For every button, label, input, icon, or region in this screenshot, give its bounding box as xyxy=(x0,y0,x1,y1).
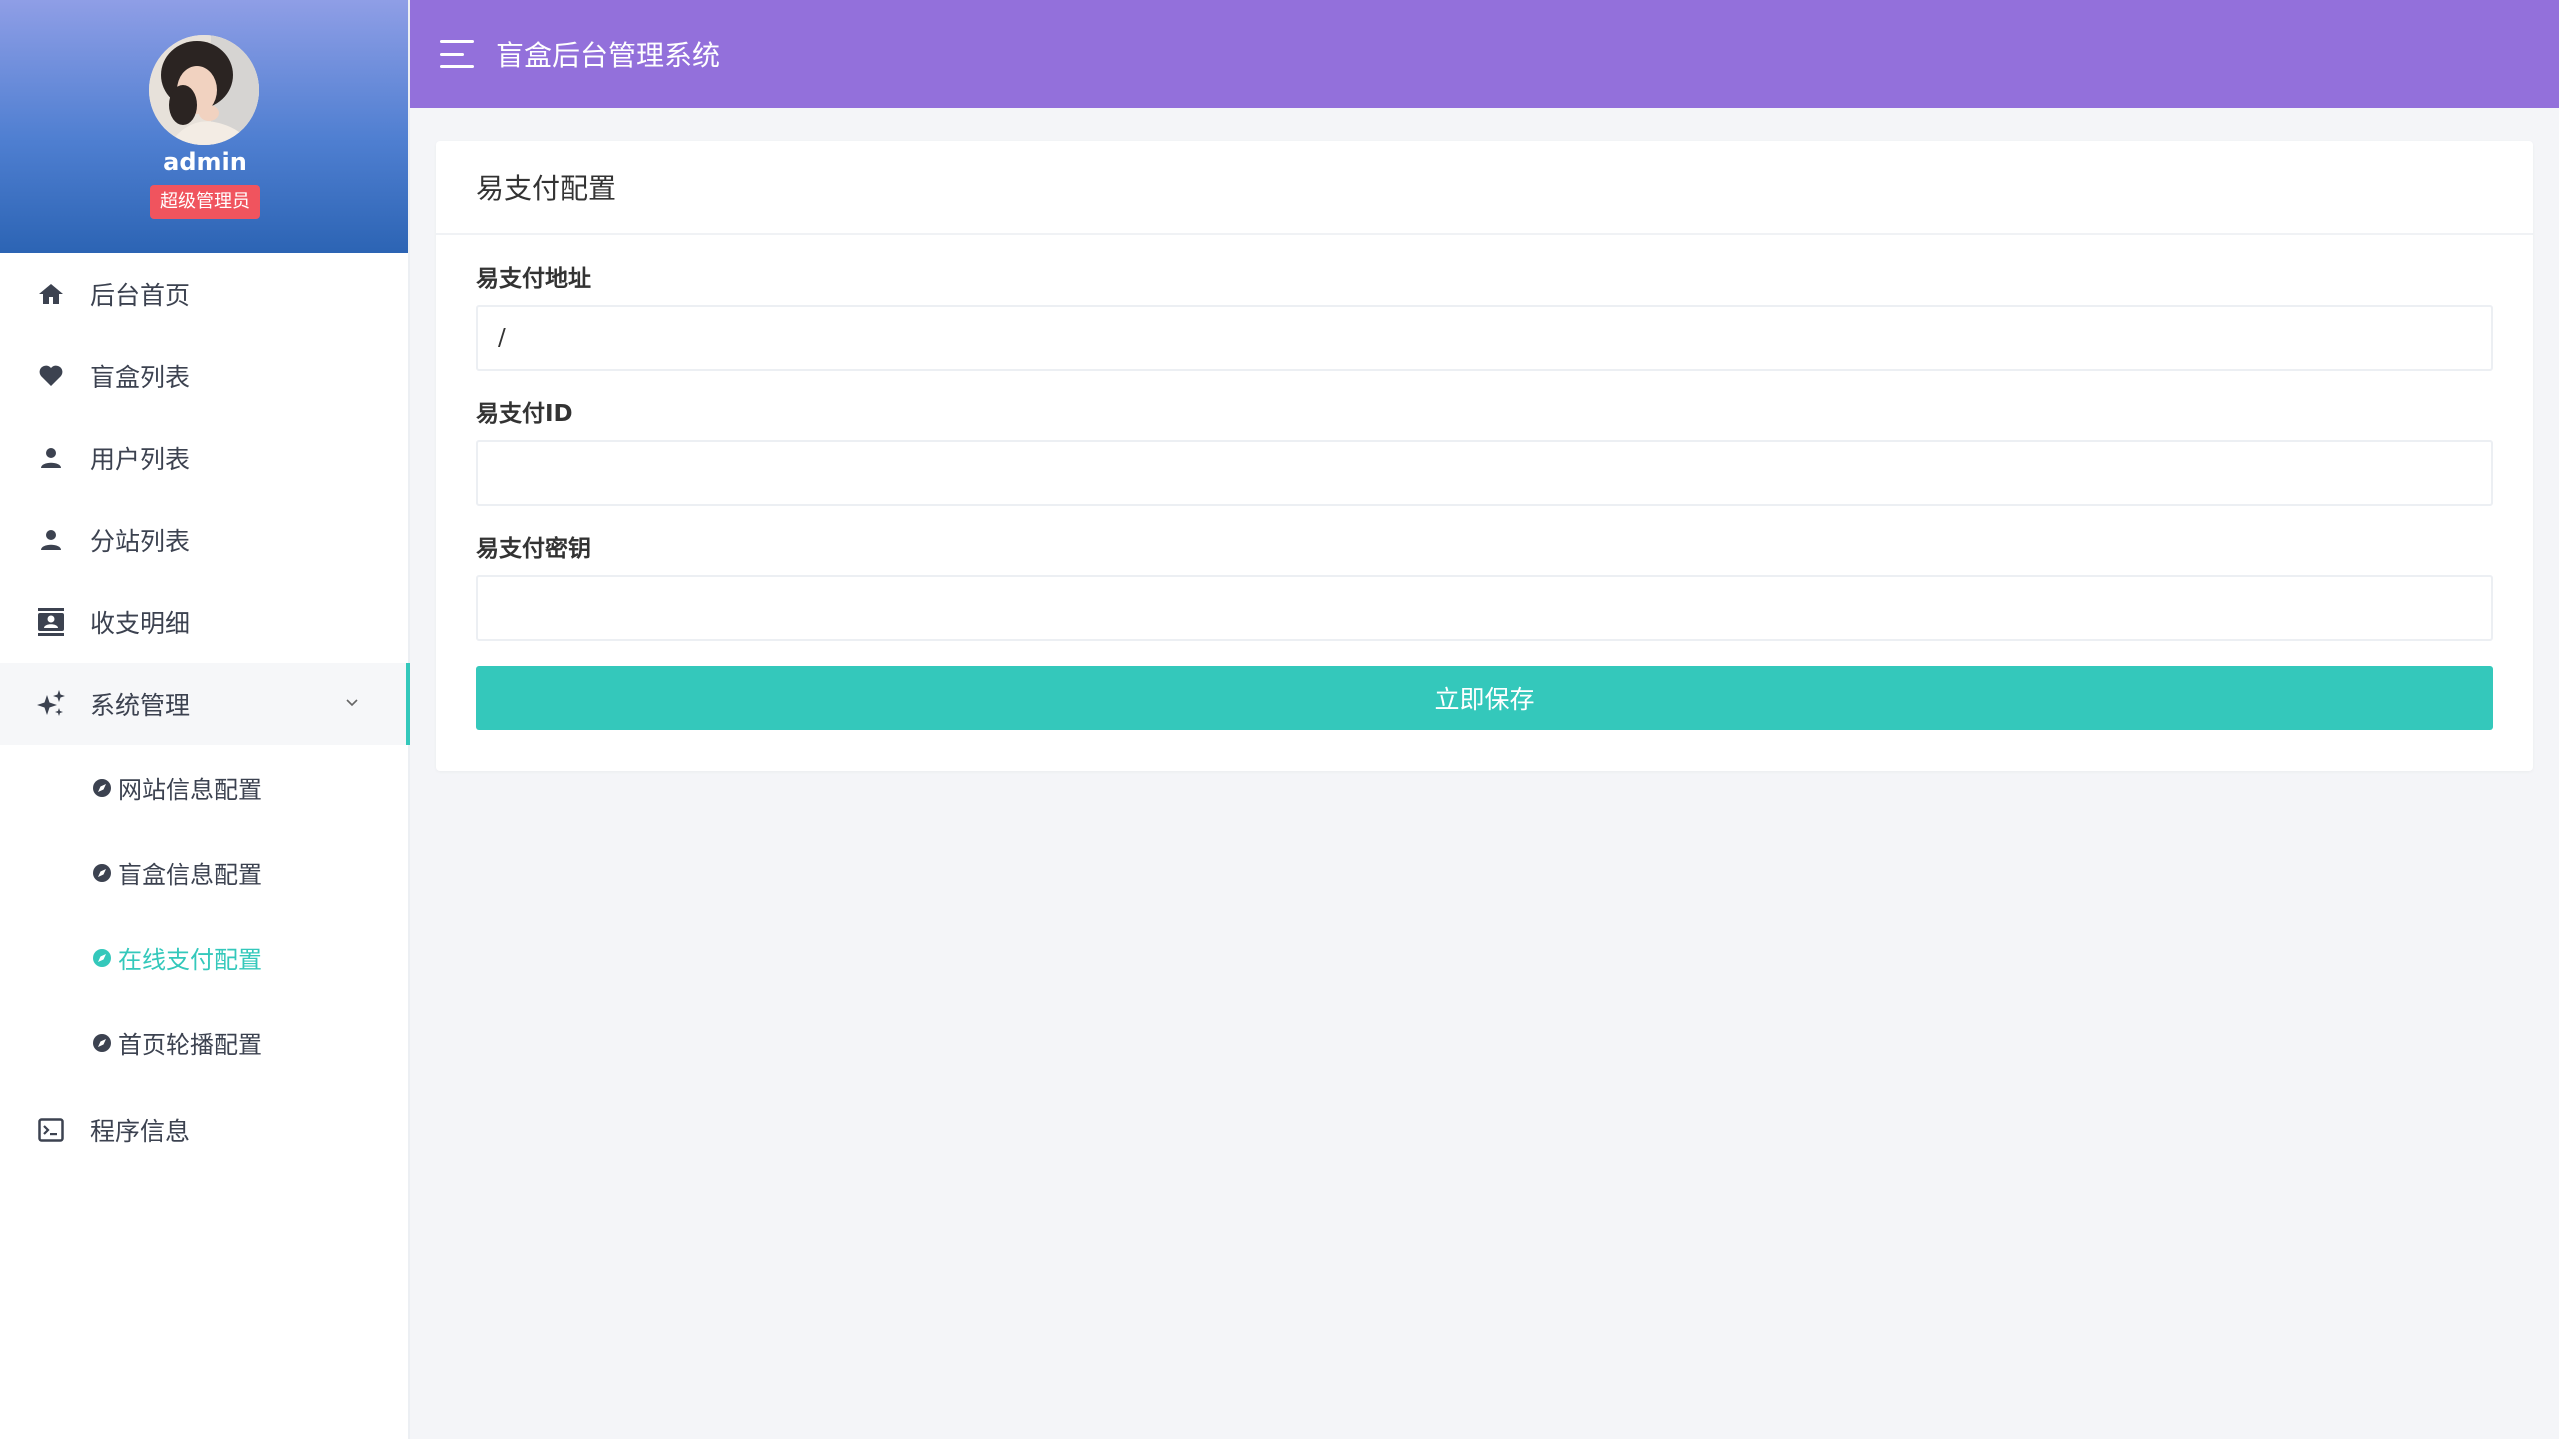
payment-config-form: 易支付地址 易支付ID 易支付密钥 立即保存 xyxy=(436,263,2533,730)
compass-icon xyxy=(92,948,112,968)
sidebar: admin 超级管理员 后台首页 盲盒列表 用户列表 分站列表 收支明细 系统管… xyxy=(0,0,410,1439)
top-header: 盲盒后台管理系统 xyxy=(410,0,2559,108)
sidebar-item-system-management[interactable]: 系统管理 xyxy=(0,663,410,745)
sidebar-item-label: 程序信息 xyxy=(90,1117,191,1146)
submenu-item-label: 在线支付配置 xyxy=(118,946,262,974)
pay-url-input[interactable] xyxy=(476,305,2493,371)
sidebar-item-home[interactable]: 后台首页 xyxy=(0,253,410,335)
sidebar-subitem-carousel-config[interactable]: 首页轮播配置 xyxy=(0,1000,410,1085)
sidebar-item-program-info[interactable]: 程序信息 xyxy=(0,1089,410,1171)
profile-panel: admin 超级管理员 xyxy=(0,0,408,253)
sidebar-item-label: 分站列表 xyxy=(90,527,191,556)
sidebar-subitem-site-config[interactable]: 网站信息配置 xyxy=(0,745,410,830)
submenu-item-label: 网站信息配置 xyxy=(118,776,262,804)
sidebar-item-label: 系统管理 xyxy=(90,691,191,720)
compass-icon xyxy=(92,778,112,798)
sidebar-item-label: 后台首页 xyxy=(90,281,191,310)
menu-toggle-icon[interactable] xyxy=(440,40,474,68)
sidebar-item-user-list[interactable]: 用户列表 xyxy=(0,417,410,499)
sparkle-icon xyxy=(36,689,66,719)
sidebar-item-finance[interactable]: 收支明细 xyxy=(0,581,410,663)
card-title: 易支付配置 xyxy=(436,141,2533,235)
compass-icon xyxy=(92,863,112,883)
sidebar-subitem-payment-config[interactable]: 在线支付配置 xyxy=(0,915,410,1000)
submenu-item-label: 首页轮播配置 xyxy=(118,1031,262,1059)
user-icon xyxy=(36,443,66,473)
field-label-pay-id: 易支付ID xyxy=(476,401,573,427)
chevron-down-icon xyxy=(342,693,362,713)
contacts-icon xyxy=(36,607,66,637)
role-badge: 超级管理员 xyxy=(150,185,260,219)
sidebar-item-label: 用户列表 xyxy=(90,445,191,474)
sidebar-item-blindbox-list[interactable]: 盲盒列表 xyxy=(0,335,410,417)
sidebar-item-substation-list[interactable]: 分站列表 xyxy=(0,499,410,581)
sidebar-item-label: 收支明细 xyxy=(90,609,191,638)
payment-config-card: 易支付配置 易支付地址 易支付ID 易支付密钥 立即保存 xyxy=(436,141,2533,771)
pay-key-input[interactable] xyxy=(476,575,2493,641)
field-label-pay-key: 易支付密钥 xyxy=(476,536,591,562)
save-button[interactable]: 立即保存 xyxy=(476,666,2493,730)
sidebar-menu: 后台首页 盲盒列表 用户列表 分站列表 收支明细 系统管理 网站信息配置 盲盒信… xyxy=(0,253,410,1171)
home-icon xyxy=(36,279,66,309)
field-label-pay-url: 易支付地址 xyxy=(476,266,591,292)
compass-icon xyxy=(92,1033,112,1053)
username: admin xyxy=(163,148,247,176)
avatar[interactable] xyxy=(149,35,259,145)
heart-icon xyxy=(36,361,66,391)
sidebar-item-label: 盲盒列表 xyxy=(90,363,191,392)
submenu-item-label: 盲盒信息配置 xyxy=(118,861,262,889)
sidebar-subitem-blindbox-config[interactable]: 盲盒信息配置 xyxy=(0,830,410,915)
terminal-icon xyxy=(36,1115,66,1145)
pay-id-input[interactable] xyxy=(476,440,2493,506)
user-icon xyxy=(36,525,66,555)
app-title: 盲盒后台管理系统 xyxy=(496,39,721,72)
